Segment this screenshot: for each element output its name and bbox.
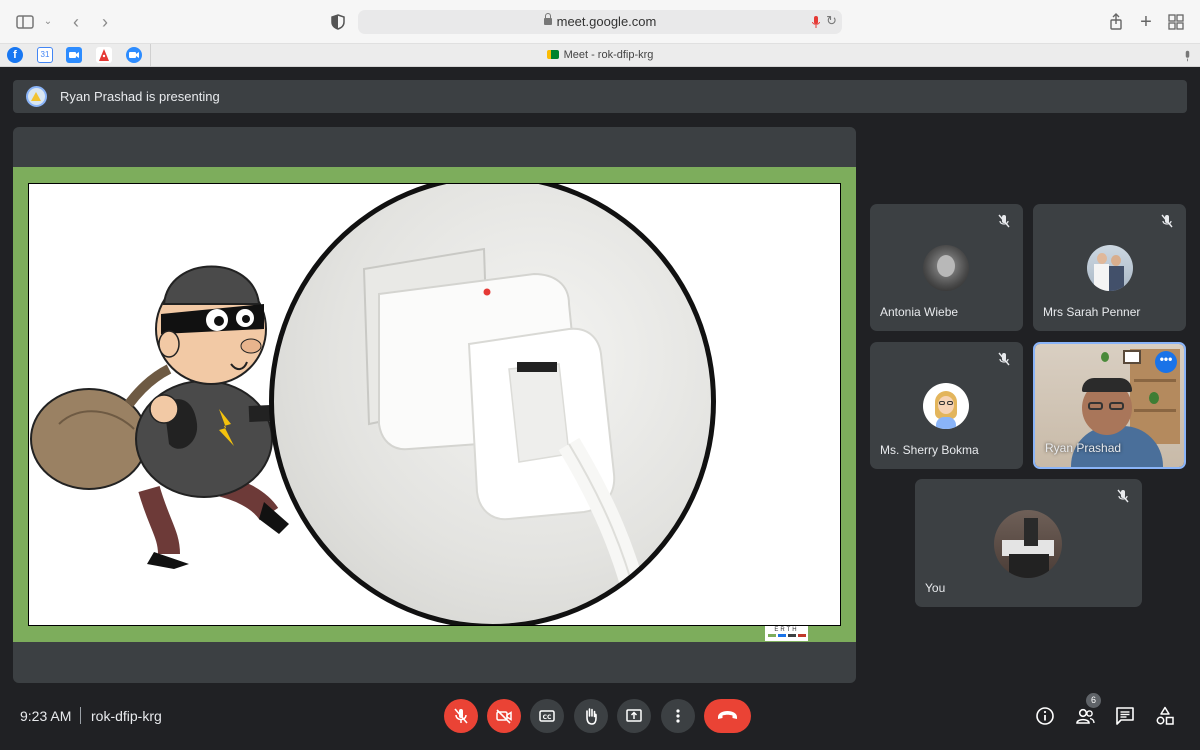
slide-frame — [13, 167, 856, 642]
meeting-code: rok-dfip-krg — [91, 708, 162, 724]
people-icon[interactable] — [1074, 705, 1096, 727]
camera-off-icon — [496, 709, 512, 724]
participant-tile-you[interactable]: You — [915, 479, 1142, 607]
mic-off-icon — [454, 708, 468, 724]
participant-name: Ryan Prashad — [1045, 441, 1122, 455]
address-bar[interactable]: meet.google.com ↻ — [358, 10, 842, 34]
divider — [80, 707, 81, 724]
toggle-camera-button[interactable] — [487, 699, 521, 733]
chat-icon[interactable] — [1114, 705, 1136, 727]
participant-name: Ms. Sherry Bokma — [880, 443, 979, 457]
avatar — [923, 245, 969, 291]
end-call-icon — [718, 711, 737, 719]
present-now-button[interactable] — [617, 699, 651, 733]
lock-icon — [543, 13, 552, 25]
presenter-logo-icon — [26, 86, 47, 107]
presenting-text: Ryan Prashad is presenting — [60, 89, 220, 104]
tab-overview-icon[interactable] — [1166, 12, 1186, 32]
more-options-icon[interactable]: ••• — [1155, 351, 1177, 373]
leave-call-button[interactable] — [704, 699, 751, 733]
participant-tile-ryan-prashad[interactable]: ••• Ryan Prashad — [1033, 342, 1186, 469]
url-text: meet.google.com — [556, 14, 657, 29]
tab-microphone-icon[interactable] — [1184, 49, 1191, 62]
participant-name: Mrs Sarah Penner — [1043, 305, 1141, 319]
present-icon — [626, 709, 642, 722]
hand-icon — [586, 708, 597, 725]
magnified-outlet-image — [269, 184, 716, 625]
tab-bar: f 31 Meet - rok-dfip-krg — [0, 44, 1200, 67]
mic-muted-icon — [1160, 214, 1174, 228]
mic-muted-icon — [997, 352, 1011, 366]
meeting-time: 9:23 AM — [20, 708, 72, 724]
avatar — [923, 383, 969, 429]
share-icon[interactable] — [1106, 12, 1126, 32]
presenting-banner: Ryan Prashad is presenting — [13, 80, 1187, 113]
participant-tile-sarah-penner[interactable]: Mrs Sarah Penner — [1033, 204, 1186, 331]
avatar — [1087, 245, 1133, 291]
tab-title: Meet - rok-dfip-krg — [563, 49, 654, 61]
forward-icon[interactable]: › — [95, 12, 115, 32]
activities-icon[interactable] — [1154, 705, 1176, 727]
more-vertical-icon — [676, 709, 680, 723]
svg-text:CC: CC — [543, 714, 552, 721]
mic-muted-icon — [1116, 489, 1130, 503]
participant-tile-sherry-bokma[interactable]: Ms. Sherry Bokma — [870, 342, 1023, 469]
chevron-down-icon[interactable]: ⌄ — [38, 12, 58, 32]
avatar — [994, 510, 1062, 578]
privacy-shield-icon[interactable] — [328, 12, 348, 32]
more-options-button[interactable] — [661, 699, 695, 733]
presentation-stage[interactable]: ERTH — [13, 127, 856, 683]
toggle-microphone-button[interactable] — [444, 699, 478, 733]
participant-name: Antonia Wiebe — [880, 305, 959, 319]
microphone-icon[interactable] — [812, 15, 820, 28]
new-tab-icon[interactable]: + — [1136, 12, 1156, 32]
erth-logo: ERTH — [765, 626, 808, 641]
sidebar-icon[interactable] — [15, 12, 35, 32]
reload-icon[interactable]: ↻ — [826, 13, 837, 29]
slide-content — [28, 183, 841, 626]
mic-muted-icon — [997, 214, 1011, 228]
participant-name: You — [925, 581, 946, 595]
active-tab[interactable]: Meet - rok-dfip-krg — [0, 49, 1200, 61]
participant-tile-antonia-wiebe[interactable]: Antonia Wiebe — [870, 204, 1023, 331]
raise-hand-button[interactable] — [574, 699, 608, 733]
back-icon[interactable]: ‹ — [66, 12, 86, 32]
meeting-details-icon[interactable] — [1034, 705, 1056, 727]
meet-icon — [546, 50, 559, 59]
browser-toolbar: ⌄ ‹ › meet.google.com ↻ + — [0, 0, 1200, 44]
participant-count-badge: 6 — [1086, 693, 1101, 708]
captions-button[interactable]: CC — [530, 699, 564, 733]
captions-icon: CC — [539, 710, 555, 722]
